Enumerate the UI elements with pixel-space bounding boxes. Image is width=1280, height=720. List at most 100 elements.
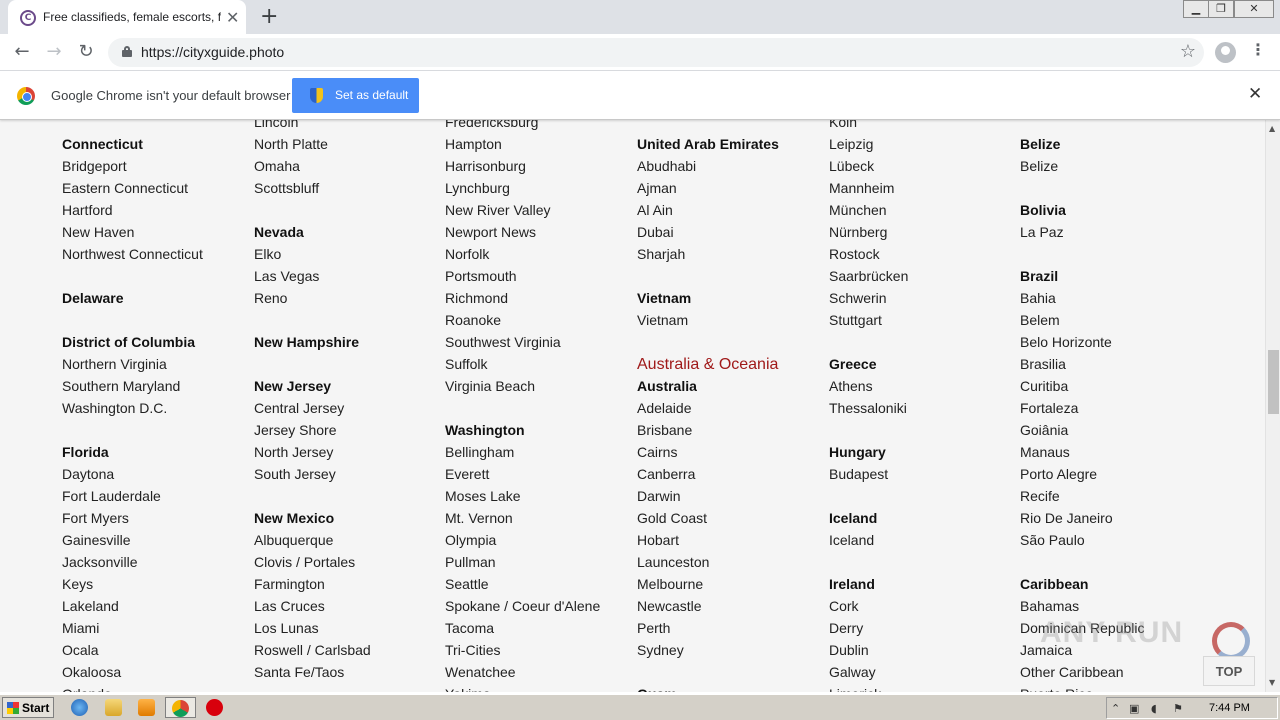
restore-button[interactable]: ❐: [1208, 0, 1234, 18]
network-icon[interactable]: ▣: [1129, 702, 1139, 715]
city-link[interactable]: Porto Alegre: [1020, 466, 1097, 488]
city-link[interactable]: Fredericksburg: [445, 120, 538, 136]
internet-explorer-icon[interactable]: [71, 699, 88, 716]
city-link[interactable]: Lynchburg: [445, 180, 510, 202]
city-link[interactable]: Goiânia: [1020, 422, 1068, 444]
city-link[interactable]: Bridgeport: [62, 158, 127, 180]
start-button[interactable]: Start: [2, 697, 54, 718]
stop-warning-icon[interactable]: [206, 699, 223, 716]
city-link[interactable]: Tacoma: [445, 620, 494, 642]
city-link[interactable]: Southwest Virginia: [445, 334, 561, 356]
city-link[interactable]: Adelaide: [637, 400, 692, 422]
city-link[interactable]: Mannheim: [829, 180, 894, 202]
city-link[interactable]: Budapest: [829, 466, 888, 488]
city-link[interactable]: Athens: [829, 378, 873, 400]
city-link[interactable]: Las Vegas: [254, 268, 319, 290]
city-link[interactable]: Virginia Beach: [445, 378, 535, 400]
city-link[interactable]: Schwerin: [829, 290, 887, 312]
city-link[interactable]: Reno: [254, 290, 287, 312]
city-link[interactable]: Stuttgart: [829, 312, 882, 334]
back-to-top-button[interactable]: TOP: [1203, 656, 1255, 686]
city-link[interactable]: Keys: [62, 576, 93, 598]
city-link[interactable]: La Paz: [1020, 224, 1064, 246]
city-link[interactable]: Iceland: [829, 532, 874, 554]
city-link[interactable]: Fortaleza: [1020, 400, 1078, 422]
city-link[interactable]: Norfolk: [445, 246, 489, 268]
city-link[interactable]: Nürnberg: [829, 224, 887, 246]
city-link[interactable]: Everett: [445, 466, 489, 488]
city-link[interactable]: Portsmouth: [445, 268, 517, 290]
tab-close-icon[interactable]: ✕: [226, 8, 239, 27]
menu-dots-icon[interactable]: ⋮: [1250, 40, 1266, 59]
city-link[interactable]: Suffolk: [445, 356, 488, 378]
browser-tab[interactable]: C Free classifieds, female escorts, fem …: [8, 0, 246, 34]
city-link[interactable]: Cairns: [637, 444, 677, 466]
city-link[interactable]: Gold Coast: [637, 510, 707, 532]
city-link[interactable]: Daytona: [62, 466, 114, 488]
city-link[interactable]: Northern Virginia: [62, 356, 167, 378]
city-link[interactable]: Miami: [62, 620, 99, 642]
forward-arrow-icon[interactable]: →: [42, 40, 66, 64]
city-link[interactable]: Spokane / Coeur d'Alene: [445, 598, 600, 620]
city-link[interactable]: New Haven: [62, 224, 134, 246]
city-link[interactable]: Derry: [829, 620, 863, 642]
new-tab-button[interactable]: +: [260, 4, 278, 29]
city-link[interactable]: Belo Horizonte: [1020, 334, 1112, 356]
city-link[interactable]: Recife: [1020, 488, 1060, 510]
city-link[interactable]: Mt. Vernon: [445, 510, 513, 532]
city-link[interactable]: Bahia: [1020, 290, 1056, 312]
city-link[interactable]: Southern Maryland: [62, 378, 180, 400]
city-link[interactable]: Lincoln: [254, 120, 298, 136]
city-link[interactable]: Jacksonville: [62, 554, 137, 576]
minimize-button[interactable]: ▁: [1183, 0, 1209, 18]
city-link[interactable]: Yakima: [445, 686, 491, 692]
city-link[interactable]: Clovis / Portales: [254, 554, 355, 576]
scroll-thumb[interactable]: [1268, 350, 1279, 414]
city-link[interactable]: Brisbane: [637, 422, 692, 444]
city-link[interactable]: Hampton: [445, 136, 502, 158]
city-link[interactable]: Tri-Cities: [445, 642, 500, 664]
city-link[interactable]: Abudhabi: [637, 158, 696, 180]
city-link[interactable]: Ajman: [637, 180, 677, 202]
city-link[interactable]: Puerto Rico: [1020, 686, 1093, 692]
city-link[interactable]: Lakeland: [62, 598, 119, 620]
city-link[interactable]: Santa Fe/Taos: [254, 664, 344, 686]
city-link[interactable]: São Paulo: [1020, 532, 1085, 554]
city-link[interactable]: Saarbrücken: [829, 268, 908, 290]
city-link[interactable]: Wenatchee: [445, 664, 516, 686]
city-link[interactable]: Other Caribbean: [1020, 664, 1124, 686]
city-link[interactable]: Eastern Connecticut: [62, 180, 188, 202]
city-link[interactable]: Belem: [1020, 312, 1060, 334]
city-link[interactable]: Washington D.C.: [62, 400, 167, 422]
city-link[interactable]: Newcastle: [637, 598, 702, 620]
city-link[interactable]: Sharjah: [637, 246, 685, 268]
city-link[interactable]: Leipzig: [829, 136, 873, 158]
city-link[interactable]: Los Lunas: [254, 620, 319, 642]
city-link[interactable]: Canberra: [637, 466, 695, 488]
city-link[interactable]: Hartford: [62, 202, 113, 224]
city-link[interactable]: Ocala: [62, 642, 99, 664]
city-link[interactable]: Limerick: [829, 686, 881, 692]
city-link[interactable]: South Jersey: [254, 466, 336, 488]
folder-icon[interactable]: [105, 699, 122, 716]
city-link[interactable]: Belize: [1020, 158, 1058, 180]
city-link[interactable]: Albuquerque: [254, 532, 333, 554]
city-link[interactable]: Bellingham: [445, 444, 514, 466]
city-link[interactable]: Perth: [637, 620, 670, 642]
city-link[interactable]: Fort Myers: [62, 510, 129, 532]
reload-icon[interactable]: ↻: [74, 40, 98, 64]
city-link[interactable]: Melbourne: [637, 576, 703, 598]
city-link[interactable]: North Jersey: [254, 444, 333, 466]
city-link[interactable]: Al Ain: [637, 202, 673, 224]
city-link[interactable]: Richmond: [445, 290, 508, 312]
city-link[interactable]: Roswell / Carlsbad: [254, 642, 371, 664]
city-link[interactable]: Köln: [829, 120, 857, 136]
scroll-up-icon[interactable]: ▲: [1269, 124, 1275, 133]
scroll-down-icon[interactable]: ▼: [1269, 678, 1275, 687]
window-close-button[interactable]: ✕: [1234, 0, 1274, 18]
city-link[interactable]: Rostock: [829, 246, 880, 268]
city-link[interactable]: München: [829, 202, 887, 224]
profile-avatar-icon[interactable]: [1215, 42, 1236, 63]
recaptcha-badge-icon[interactable]: [1194, 616, 1264, 660]
city-link[interactable]: Farmington: [254, 576, 325, 598]
